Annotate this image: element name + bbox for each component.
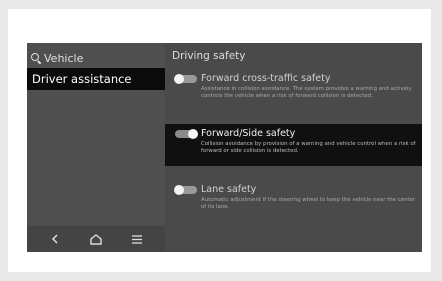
toggle-knob <box>174 185 184 195</box>
sidebar-search-header[interactable]: Vehicle <box>31 49 83 67</box>
sidebar-nav-bar <box>27 226 165 252</box>
toggle-knob <box>174 74 184 84</box>
infotainment-screen: Vehicle Driver assistance Driving safety… <box>27 43 422 252</box>
home-icon[interactable] <box>85 231 107 247</box>
back-icon[interactable] <box>44 231 66 247</box>
option-forward-side-safety[interactable]: Forward/Side safety Collision avoidance … <box>165 124 422 166</box>
option-lane-safety[interactable]: Lane safety Automatic adjustment if the … <box>165 182 422 222</box>
sidebar: Vehicle Driver assistance <box>27 43 165 252</box>
option-title: Forward cross-traffic safety <box>201 73 331 84</box>
option-description: Collision avoidance by provision of a wa… <box>201 141 416 154</box>
option-description: Automatic adjustment if the steering whe… <box>201 197 416 210</box>
option-description: Assistance in collision avoidance. The s… <box>201 86 412 99</box>
toggle-switch[interactable] <box>175 129 198 139</box>
menu-icon[interactable] <box>126 231 148 247</box>
toggle-knob <box>188 129 198 139</box>
sidebar-header-label: Vehicle <box>44 51 84 65</box>
sidebar-item-driver-assistance[interactable]: Driver assistance <box>27 68 165 90</box>
toggle-switch[interactable] <box>174 185 197 195</box>
option-title: Lane safety <box>201 184 257 195</box>
page-title: Driving safety <box>172 50 246 62</box>
option-forward-cross-traffic-safety[interactable]: Forward cross-traffic safety Assistance … <box>165 70 422 118</box>
search-icon <box>31 53 41 63</box>
toggle-switch[interactable] <box>174 74 197 84</box>
option-title: Forward/Side safety <box>201 128 296 139</box>
